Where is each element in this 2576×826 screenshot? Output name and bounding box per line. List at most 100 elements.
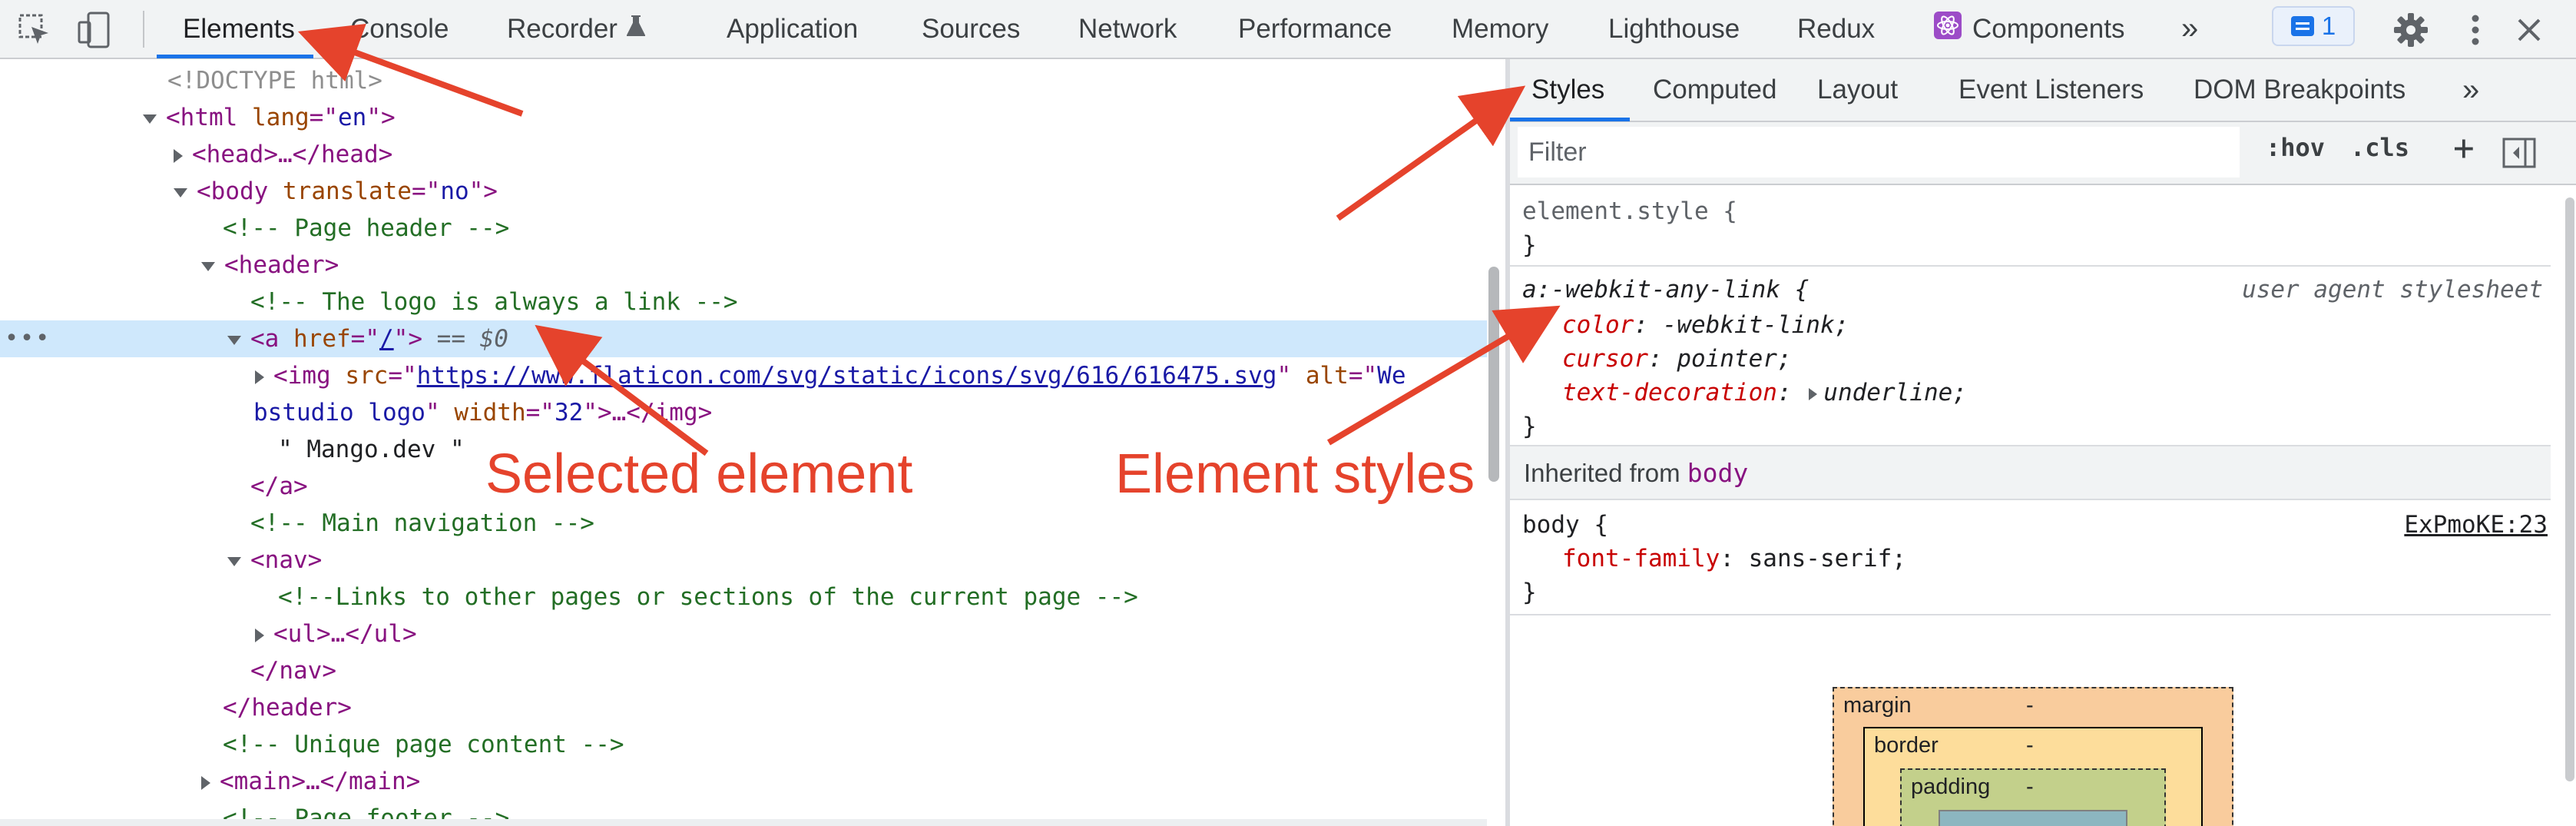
dom-node-img-continued[interactable]: bstudio logo" width="32">…</img> — [0, 394, 1487, 431]
attr-name: href — [293, 325, 351, 353]
dom-node-comment[interactable]: <!-- Unique page content --> — [0, 726, 1487, 763]
dom-node-ul[interactable]: <ul>…</ul> — [0, 615, 1487, 652]
expand-arrow-icon[interactable] — [227, 335, 241, 345]
tag-name: <html — [166, 104, 238, 131]
padding-value[interactable]: - — [2026, 775, 2034, 800]
dom-node-img[interactable]: <img src="https://www.flaticon.com/svg/s… — [0, 357, 1487, 394]
device-toolbar-icon[interactable] — [72, 8, 117, 52]
dom-node-nav[interactable]: <nav> — [0, 542, 1487, 579]
rule-selector[interactable]: body { — [1522, 511, 1608, 539]
border-label: border — [1874, 733, 1939, 758]
attr-name: alt — [1305, 362, 1349, 390]
expand-arrow-icon[interactable] — [143, 114, 157, 124]
inherited-node-link[interactable]: body — [1687, 458, 1748, 488]
margin-value[interactable]: - — [2026, 693, 2034, 718]
tab-lighthouse[interactable]: Lighthouse — [1608, 0, 1740, 58]
tab-console[interactable]: Console — [350, 0, 449, 58]
dom-node-comment[interactable]: <!-- Page header --> — [0, 210, 1487, 247]
settings-gear-icon[interactable] — [2389, 8, 2433, 52]
rule-close-brace: } — [1522, 231, 1537, 259]
expand-arrow-icon[interactable] — [201, 261, 215, 271]
margin-label: margin — [1843, 693, 1912, 718]
collapse-arrow-icon[interactable] — [201, 775, 210, 790]
tab-performance[interactable]: Performance — [1238, 0, 1392, 58]
css-property[interactable]: cursor: pointer; — [1562, 342, 1792, 376]
tab-sources[interactable]: Sources — [922, 0, 1020, 58]
expand-arrow-icon[interactable] — [227, 556, 241, 566]
attr-name: width — [454, 399, 526, 426]
tab-components[interactable]: Components — [1934, 0, 2124, 58]
tag-name: <head>…</head> — [192, 141, 393, 168]
dom-node-comment[interactable]: <!--Links to other pages or sections of … — [0, 579, 1487, 615]
expand-shorthand-icon[interactable] — [1809, 387, 1818, 400]
rule-webkit-any-link: a:-webkit-any-link { user agent styleshe… — [1510, 267, 2551, 446]
rule-selector[interactable]: a:-webkit-any-link { — [1522, 276, 1809, 304]
tab-redux[interactable]: Redux — [1797, 0, 1875, 58]
collapse-arrow-icon[interactable] — [174, 148, 183, 163]
dom-node-header-close[interactable]: </header> — [0, 689, 1487, 726]
expand-arrow-icon[interactable] — [174, 187, 187, 197]
dom-node-body[interactable]: <body translate="no"> — [0, 173, 1487, 210]
toggle-sidebar-icon[interactable] — [2502, 138, 2536, 172]
dom-node-doctype[interactable]: <!DOCTYPE html> — [0, 62, 1487, 99]
new-style-rule-icon[interactable]: + — [2453, 127, 2475, 168]
styles-filter-input[interactable] — [1518, 127, 2240, 177]
dom-node-a-selected[interactable]: ••• <a href="/"> == $0 — [0, 320, 1487, 357]
tab-network[interactable]: Network — [1078, 0, 1177, 58]
more-tabs-icon[interactable]: » — [2462, 59, 2479, 121]
inherited-from-header: Inherited from body — [1510, 446, 2551, 500]
tab-memory[interactable]: Memory — [1452, 0, 1548, 58]
dom-node-html[interactable]: <html lang="en"> — [0, 99, 1487, 136]
rule-body: body { ExPmoKE:23 font-family: sans-seri… — [1510, 502, 2551, 615]
tab-dom-breakpoints[interactable]: DOM Breakpoints — [2194, 59, 2405, 121]
inspect-element-icon[interactable] — [12, 8, 57, 52]
attr-value-link[interactable]: https://www.flaticon.com/svg/static/icon… — [417, 362, 1277, 390]
tag-name: </a> — [250, 473, 308, 500]
css-property[interactable]: text-decoration: underline; — [1562, 376, 1967, 410]
dom-node-nav-close[interactable]: </nav> — [0, 652, 1487, 689]
collapse-arrow-icon[interactable] — [255, 628, 264, 642]
dom-node-main[interactable]: <main>…</main> — [0, 763, 1487, 800]
rule-source-link[interactable]: ExPmoKE:23 — [2404, 508, 2548, 542]
styles-scrollbar[interactable] — [2565, 197, 2574, 781]
css-property[interactable]: color: -webkit-link; — [1562, 308, 1849, 342]
dom-scrollbar[interactable] — [1488, 267, 1499, 482]
dom-horizontal-scrollbar[interactable] — [0, 819, 1487, 826]
tag-name: </header> — [223, 694, 352, 722]
hover-state-toggle[interactable]: :hov — [2266, 133, 2325, 162]
dom-node-comment[interactable]: <!-- The logo is always a link --> — [0, 284, 1487, 320]
tag-name: >…</img> — [597, 399, 713, 426]
tab-computed[interactable]: Computed — [1653, 59, 1776, 121]
rule-selector[interactable]: element.style { — [1522, 197, 1737, 225]
tab-layout[interactable]: Layout — [1817, 59, 1898, 121]
tab-application[interactable]: Application — [727, 0, 858, 58]
class-toggle[interactable]: .cls — [2350, 133, 2409, 162]
tab-recorder-label: Recorder — [507, 13, 618, 44]
active-tab-indicator — [1510, 118, 1630, 121]
prop-name: cursor — [1562, 345, 1648, 373]
tab-styles[interactable]: Styles — [1531, 59, 1604, 121]
inherited-label: Inherited from — [1524, 459, 1680, 487]
comment-text: <!-- Main navigation --> — [250, 509, 594, 537]
close-icon[interactable] — [2507, 8, 2551, 52]
dom-node-head[interactable]: <head>…</head> — [0, 136, 1487, 173]
tab-event-listeners[interactable]: Event Listeners — [1958, 59, 2144, 121]
attr-value: en — [337, 104, 367, 131]
box-model-content[interactable] — [1939, 810, 2127, 826]
tab-recorder[interactable]: Recorder — [507, 0, 646, 58]
node-actions-ellipsis[interactable]: ••• — [5, 320, 51, 357]
tab-components-label: Components — [1972, 13, 2125, 44]
more-tabs-icon[interactable]: » — [2181, 0, 2198, 58]
attr-value-link[interactable]: / — [379, 325, 394, 353]
collapse-arrow-icon[interactable] — [255, 370, 264, 384]
kebab-menu-icon[interactable] — [2453, 8, 2498, 52]
css-property[interactable]: font-family: sans-serif; — [1562, 542, 1906, 576]
attr-name: lang — [252, 104, 310, 131]
issues-button[interactable]: 1 — [2272, 6, 2355, 46]
dom-node-header[interactable]: <header> — [0, 247, 1487, 284]
dom-node-comment[interactable]: <!-- Main navigation --> — [0, 505, 1487, 542]
issues-count: 1 — [2321, 12, 2336, 40]
prop-name: text-decoration — [1562, 379, 1777, 406]
border-value[interactable]: - — [2026, 733, 2034, 758]
tab-elements[interactable]: Elements — [183, 0, 295, 58]
